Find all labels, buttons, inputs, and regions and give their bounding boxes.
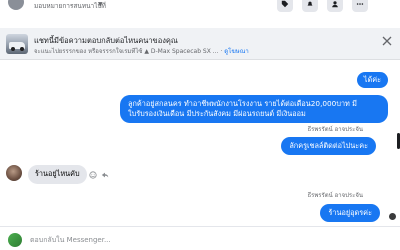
view-ad-link[interactable]: ดูโฆษณา [224,48,248,55]
bell-icon [307,1,313,6]
message-line: ลูกค้าอยู่สกลนคร ทำอาชีพพนักงานโรงงาน รา… [128,99,357,108]
ad-thumbnail[interactable] [6,34,28,54]
message-outgoing[interactable]: ลูกค้าอยู่สกลนคร ทำอาชีพพนักงานโรงงาน รา… [120,95,388,123]
reply-icon[interactable] [101,171,109,179]
top-bar: มอบหมายการสนทนาไปที่ ▼ [0,0,400,14]
seen-avatar [388,212,397,221]
message-line: ใบรับรองเงินเดือน มีประกันสังคม มีผ่อนรถ… [128,108,306,118]
customer-avatar[interactable] [6,165,22,181]
more-icon [356,3,364,5]
reply-composer [0,226,400,250]
sender-name: ธีรพรรัตน์ อาจประจัน [307,126,363,133]
message-outgoing[interactable]: ได้ค่ะ [356,72,388,88]
chevron-down-icon[interactable]: ▼ [98,1,103,8]
more-button[interactable] [352,0,368,12]
user-icon [332,1,338,8]
message-outgoing[interactable]: ลักครูเชลล์ติดต่อไปนะคะ [281,137,376,155]
tag-button[interactable] [277,0,293,12]
page-avatar [8,233,22,247]
ad-description: จะแนะไปยรรรกของ หรือจรรรกใจเรมทีไซ้ ▲ D-… [34,48,219,55]
smiley-icon[interactable] [89,171,97,179]
banner-subtitle: จะแนะไปยรรรกของ หรือจรรรกใจเรมทีไซ้ ▲ D-… [34,48,249,55]
message-outgoing[interactable]: ร้านอยู่อุดรค่ะ [320,204,380,222]
ad-context-banner: แชทนี้มีข้อความตอบกลับต่อไหนคนาของคุณ จะ… [0,28,400,60]
bell-button[interactable] [302,0,318,12]
tag-icon [281,0,289,8]
sender-name: ธีรพรรัตน์ อาจประจัน [307,192,363,199]
user-button[interactable] [327,0,343,12]
reply-input[interactable] [30,233,390,247]
page-avatar [8,0,24,10]
message-incoming[interactable]: ร้านอยู่ไหนคับ [28,165,87,184]
assign-conversation-label[interactable]: มอบหมายการสนทนาไปที่ [34,1,106,11]
close-icon[interactable] [382,36,392,46]
